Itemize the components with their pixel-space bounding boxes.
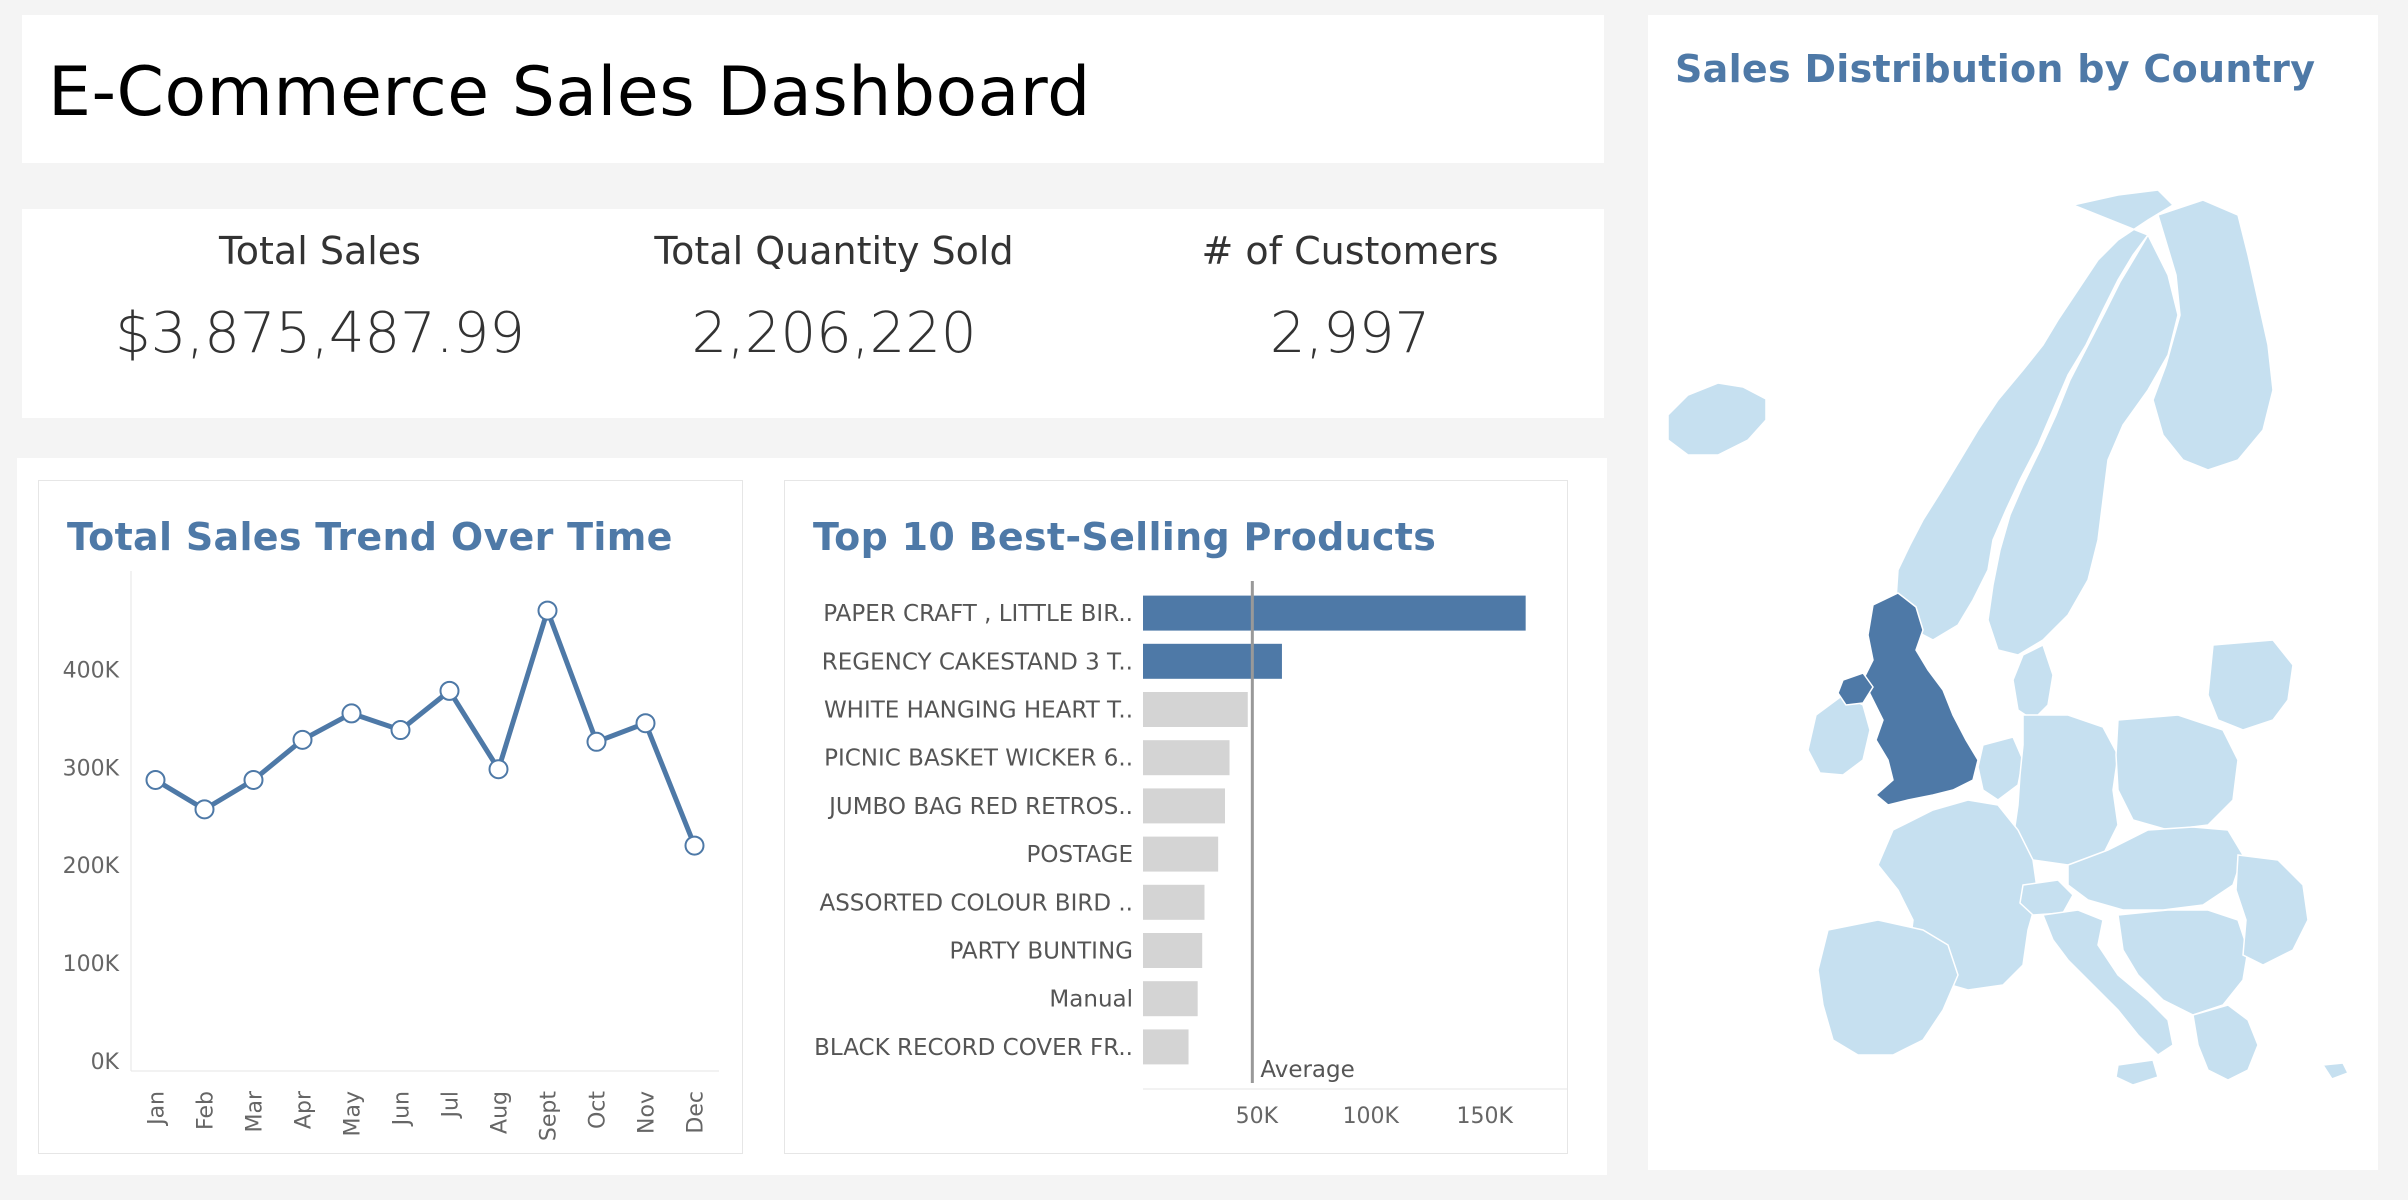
sales-point[interactable] bbox=[194, 799, 215, 820]
y-tick-label: 200K bbox=[63, 854, 120, 879]
sales-point[interactable] bbox=[341, 703, 362, 724]
product-label: POSTAGE bbox=[1026, 842, 1133, 868]
product-bar[interactable] bbox=[1143, 933, 1203, 968]
average-label: Average bbox=[1260, 1057, 1354, 1083]
kpi-value: $3,875,487.99 bbox=[115, 301, 525, 366]
sales-point[interactable] bbox=[684, 835, 705, 856]
x-tick-label: Jul bbox=[439, 1091, 464, 1120]
sales-trend-chart[interactable]: 0K 100K 200K 300K 400K Jan Feb Mar Apr May Jun Jul A… bbox=[39, 481, 742, 1153]
product-bar[interactable] bbox=[1143, 981, 1198, 1017]
product-label: PAPER CRAFT , LITTLE BIR.. bbox=[823, 601, 1133, 627]
dashboard-title: E-Commerce Sales Dashboard bbox=[48, 53, 1091, 132]
x-tick-label: Apr bbox=[292, 1090, 317, 1129]
country-cyprus[interactable] bbox=[2321, 1062, 2350, 1080]
sales-trend-card: Total Sales Trend Over Time 0K 100K 200K 30… bbox=[38, 480, 743, 1154]
sales-point[interactable] bbox=[390, 720, 411, 741]
x-tick-label: Sept bbox=[537, 1091, 562, 1141]
country-poland[interactable] bbox=[2115, 714, 2239, 831]
charts-panel: Total Sales Trend Over Time 0K 100K 200K 30… bbox=[17, 458, 1607, 1175]
y-tick-label: 100K bbox=[63, 952, 120, 977]
x-tick-label: Nov bbox=[635, 1091, 660, 1134]
product-label: WHITE HANGING HEART T.. bbox=[824, 698, 1133, 724]
sales-point[interactable] bbox=[292, 729, 313, 750]
x-tick-label: Feb bbox=[194, 1091, 219, 1130]
country-united-kingdom[interactable] bbox=[1862, 592, 1979, 806]
x-tick-label: Dec bbox=[684, 1091, 709, 1134]
kpi-label: Total Quantity Sold bbox=[654, 229, 1014, 273]
x-tick-label: Mar bbox=[243, 1090, 268, 1132]
top-products-card: Top 10 Best-Selling Products PAPER CRAFT… bbox=[784, 480, 1568, 1154]
country-denmark[interactable] bbox=[2012, 643, 2054, 721]
product-bar[interactable] bbox=[1143, 884, 1205, 920]
product-label: JUMBO BAG RED RETROS.. bbox=[827, 794, 1133, 820]
kpi-value: 2,206,220 bbox=[691, 301, 977, 366]
x-tick-label: 50K bbox=[1236, 1104, 1279, 1129]
country-ireland[interactable] bbox=[1807, 694, 1871, 776]
product-label: ASSORTED COLOUR BIRD .. bbox=[819, 890, 1133, 916]
country-germany[interactable] bbox=[2012, 714, 2119, 866]
product-bar[interactable] bbox=[1143, 595, 1526, 631]
map-countries bbox=[1667, 189, 2350, 1086]
sales-point[interactable] bbox=[537, 600, 558, 621]
sales-point[interactable] bbox=[488, 759, 509, 780]
kpi-panel: Total Sales $3,875,487.99 Total Quantity… bbox=[22, 209, 1604, 418]
product-bar[interactable] bbox=[1143, 1029, 1189, 1065]
kpi-value: 2,997 bbox=[1269, 301, 1431, 366]
kpi-label: Total Sales bbox=[219, 229, 421, 273]
product-label: BLACK RECORD COVER FR.. bbox=[814, 1035, 1133, 1061]
country-iberia[interactable] bbox=[1817, 919, 1959, 1056]
x-tick-label: Jan bbox=[145, 1091, 170, 1127]
product-label: Manual bbox=[1049, 987, 1133, 1013]
product-bar[interactable] bbox=[1143, 788, 1225, 824]
country-greece[interactable] bbox=[2192, 1004, 2259, 1081]
x-tick-label: Aug bbox=[488, 1091, 513, 1134]
country-romania-bulgaria[interactable] bbox=[2235, 854, 2309, 966]
sales-point[interactable] bbox=[439, 680, 460, 701]
y-tick-label: 0K bbox=[91, 1050, 120, 1075]
sales-point[interactable] bbox=[243, 769, 264, 790]
sales-point[interactable] bbox=[586, 731, 607, 752]
y-tick-label: 300K bbox=[63, 756, 120, 781]
top-products-chart[interactable]: PAPER CRAFT , LITTLE BIR.. REGENCY CAKEST… bbox=[785, 481, 1567, 1153]
kpi-label: # of Customers bbox=[1201, 229, 1499, 273]
product-bar[interactable] bbox=[1143, 643, 1282, 679]
product-bar[interactable] bbox=[1143, 836, 1219, 872]
x-tick-label: 150K bbox=[1456, 1104, 1513, 1129]
title-panel: E-Commerce Sales Dashboard bbox=[22, 15, 1604, 163]
product-bar[interactable] bbox=[1143, 692, 1248, 727]
sales-point[interactable] bbox=[145, 769, 166, 790]
map-panel: Sales Distribution by Country bbox=[1648, 15, 2378, 1170]
europe-map[interactable] bbox=[1648, 15, 2378, 1170]
product-label: REGENCY CAKESTAND 3 T.. bbox=[822, 649, 1133, 675]
x-tick-label: May bbox=[341, 1091, 366, 1136]
x-tick-label: 100K bbox=[1343, 1104, 1400, 1129]
country-baltics[interactable] bbox=[2207, 639, 2294, 731]
product-label: PICNIC BASKET WICKER 6.. bbox=[824, 746, 1133, 772]
y-tick-label: 400K bbox=[63, 658, 120, 683]
country-benelux[interactable] bbox=[1977, 736, 2024, 801]
x-tick-label: Oct bbox=[586, 1091, 611, 1129]
x-tick-label: Jun bbox=[390, 1091, 415, 1127]
product-label: PARTY BUNTING bbox=[949, 939, 1133, 965]
country-iceland[interactable] bbox=[1667, 382, 1767, 456]
sales-trend-line bbox=[154, 608, 697, 847]
product-bar[interactable] bbox=[1143, 740, 1230, 776]
country-switzerland[interactable] bbox=[2019, 879, 2074, 916]
sales-point[interactable] bbox=[635, 713, 656, 734]
country-sicily[interactable] bbox=[2115, 1059, 2159, 1086]
